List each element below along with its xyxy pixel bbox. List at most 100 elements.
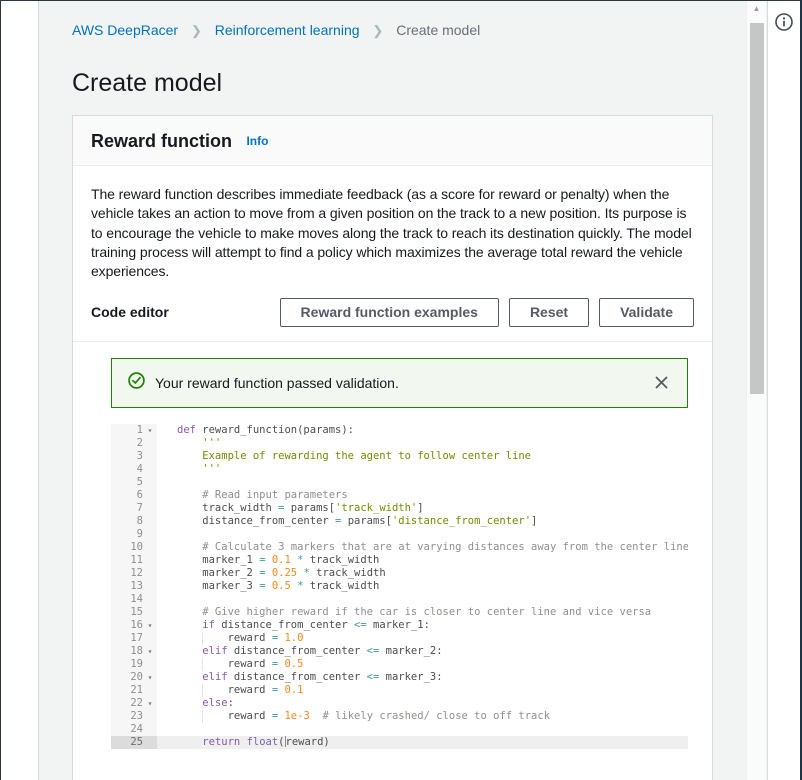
code-text[interactable]: reward = 1.0 xyxy=(157,632,688,645)
page-scrollbar[interactable]: ▲ xyxy=(746,1,766,780)
breadcrumb: AWS DeepRacer ❯ Reinforcement learning ❯… xyxy=(40,1,745,39)
code-text[interactable]: track_width = params['track_width'] xyxy=(157,502,688,515)
code-text[interactable]: elif distance_from_center <= marker_3: xyxy=(157,671,688,684)
info-panel-toggle-button[interactable] xyxy=(774,12,794,35)
code-text[interactable]: distance_from_center = params['distance_… xyxy=(157,515,688,528)
line-number-gutter[interactable]: 1▾ xyxy=(111,424,157,437)
code-editor[interactable]: 1▾def reward_function(params):2 '''3 Exa… xyxy=(111,424,688,749)
window-border-left xyxy=(0,0,1,780)
code-line[interactable]: 17 reward = 1.0 xyxy=(111,632,688,645)
reset-button[interactable]: Reset xyxy=(509,298,589,327)
line-number-gutter[interactable]: 16▾ xyxy=(111,619,157,632)
code-text[interactable]: reward = 0.5 xyxy=(157,658,688,671)
code-line[interactable]: 3 Example of rewarding the agent to foll… xyxy=(111,450,688,463)
info-link[interactable]: Info xyxy=(246,134,268,148)
page-title: Create model xyxy=(72,69,745,98)
line-number-gutter[interactable]: 21 xyxy=(111,684,157,697)
line-number-gutter[interactable]: 11 xyxy=(111,554,157,567)
code-line[interactable]: 24 xyxy=(111,723,688,736)
line-number-gutter[interactable]: 8 xyxy=(111,515,157,528)
code-line[interactable]: 13 marker_3 = 0.5 * track_width xyxy=(111,580,688,593)
code-text[interactable]: elif distance_from_center <= marker_2: xyxy=(157,645,688,658)
fold-toggle-icon[interactable]: ▾ xyxy=(143,697,157,710)
code-text[interactable]: reward = 1e-3 # likely crashed/ close to… xyxy=(157,710,688,723)
line-number-gutter[interactable]: 6 xyxy=(111,489,157,502)
line-number-gutter[interactable]: 9 xyxy=(111,528,157,541)
code-text[interactable] xyxy=(157,528,688,541)
code-text[interactable]: # Give higher reward if the car is close… xyxy=(157,606,688,619)
code-line[interactable]: 5 xyxy=(111,476,688,489)
code-line[interactable]: 22▾ else: xyxy=(111,697,688,710)
line-number-gutter[interactable]: 18▾ xyxy=(111,645,157,658)
code-line[interactable]: 21 reward = 0.1 xyxy=(111,684,688,697)
line-number-gutter[interactable]: 3 xyxy=(111,450,157,463)
line-number-gutter[interactable]: 13 xyxy=(111,580,157,593)
line-number-gutter[interactable]: 20▾ xyxy=(111,671,157,684)
validate-button[interactable]: Validate xyxy=(599,298,694,327)
code-line[interactable]: 16▾ if distance_from_center <= marker_1: xyxy=(111,619,688,632)
line-number: 3 xyxy=(111,450,143,463)
code-line[interactable]: 11 marker_1 = 0.1 * track_width xyxy=(111,554,688,567)
code-text[interactable]: Example of rewarding the agent to follow… xyxy=(157,450,688,463)
code-text[interactable]: marker_2 = 0.25 * track_width xyxy=(157,567,688,580)
line-number-gutter[interactable]: 5 xyxy=(111,476,157,489)
code-text[interactable]: ''' xyxy=(157,463,688,476)
line-number-gutter[interactable]: 19 xyxy=(111,658,157,671)
code-line[interactable]: 6 # Read input parameters xyxy=(111,489,688,502)
breadcrumb-reinforcement-learning[interactable]: Reinforcement learning xyxy=(215,22,360,38)
line-number: 22 xyxy=(111,697,143,710)
code-text[interactable]: def reward_function(params): xyxy=(157,424,688,437)
code-line[interactable]: 1▾def reward_function(params): xyxy=(111,424,688,437)
line-number: 20 xyxy=(111,671,143,684)
code-line[interactable]: 23 reward = 1e-3 # likely crashed/ close… xyxy=(111,710,688,723)
code-line[interactable]: 2 ''' xyxy=(111,437,688,450)
fold-toggle-icon[interactable]: ▾ xyxy=(143,645,157,658)
code-text[interactable]: ''' xyxy=(157,437,688,450)
code-line[interactable]: 4 ''' xyxy=(111,463,688,476)
line-number-gutter[interactable]: 12 xyxy=(111,567,157,580)
code-text[interactable]: marker_3 = 0.5 * track_width xyxy=(157,580,688,593)
scrollbar-up-arrow-icon[interactable]: ▲ xyxy=(747,1,766,17)
code-line[interactable]: 10 # Calculate 3 markers that are at var… xyxy=(111,541,688,554)
code-line[interactable]: 15 # Give higher reward if the car is cl… xyxy=(111,606,688,619)
line-number-gutter[interactable]: 14 xyxy=(111,593,157,606)
code-line[interactable]: 14 xyxy=(111,593,688,606)
line-number-gutter[interactable]: 15 xyxy=(111,606,157,619)
line-number-gutter[interactable]: 2 xyxy=(111,437,157,450)
code-line[interactable]: 9 xyxy=(111,528,688,541)
line-number-gutter[interactable]: 4 xyxy=(111,463,157,476)
code-text[interactable] xyxy=(157,593,688,606)
code-line[interactable]: 20▾ elif distance_from_center <= marker_… xyxy=(111,671,688,684)
line-number: 6 xyxy=(111,489,143,502)
code-line[interactable]: 7 track_width = params['track_width'] xyxy=(111,502,688,515)
code-text[interactable]: else: xyxy=(157,697,688,710)
code-text[interactable]: if distance_from_center <= marker_1: xyxy=(157,619,688,632)
line-number-gutter[interactable]: 7 xyxy=(111,502,157,515)
line-number-gutter[interactable]: 22▾ xyxy=(111,697,157,710)
code-text[interactable] xyxy=(157,723,688,736)
code-line[interactable]: 25 return float(reward) xyxy=(111,736,688,749)
code-text[interactable]: marker_1 = 0.1 * track_width xyxy=(157,554,688,567)
code-line[interactable]: 18▾ elif distance_from_center <= marker_… xyxy=(111,645,688,658)
code-text[interactable]: return float(reward) xyxy=(157,736,688,749)
fold-toggle-icon[interactable]: ▾ xyxy=(143,671,157,684)
breadcrumb-aws-deepracer[interactable]: AWS DeepRacer xyxy=(72,22,178,38)
scrollbar-thumb[interactable] xyxy=(750,23,764,394)
code-line[interactable]: 19 reward = 0.5 xyxy=(111,658,688,671)
code-line[interactable]: 8 distance_from_center = params['distanc… xyxy=(111,515,688,528)
code-line[interactable]: 12 marker_2 = 0.25 * track_width xyxy=(111,567,688,580)
code-text[interactable]: # Calculate 3 markers that are at varyin… xyxy=(157,541,688,554)
code-text[interactable]: reward = 0.1 xyxy=(157,684,688,697)
close-icon xyxy=(654,378,669,393)
fold-toggle-icon[interactable]: ▾ xyxy=(143,424,157,437)
line-number-gutter[interactable]: 17 xyxy=(111,632,157,645)
reward-function-examples-button[interactable]: Reward function examples xyxy=(280,298,499,327)
line-number-gutter[interactable]: 10 xyxy=(111,541,157,554)
line-number-gutter[interactable]: 23 xyxy=(111,710,157,723)
code-text[interactable] xyxy=(157,476,688,489)
line-number-gutter[interactable]: 24 xyxy=(111,723,157,736)
code-text[interactable]: # Read input parameters xyxy=(157,489,688,502)
banner-close-button[interactable] xyxy=(652,373,671,392)
fold-toggle-icon[interactable]: ▾ xyxy=(143,619,157,632)
line-number-gutter[interactable]: 25 xyxy=(111,736,157,749)
